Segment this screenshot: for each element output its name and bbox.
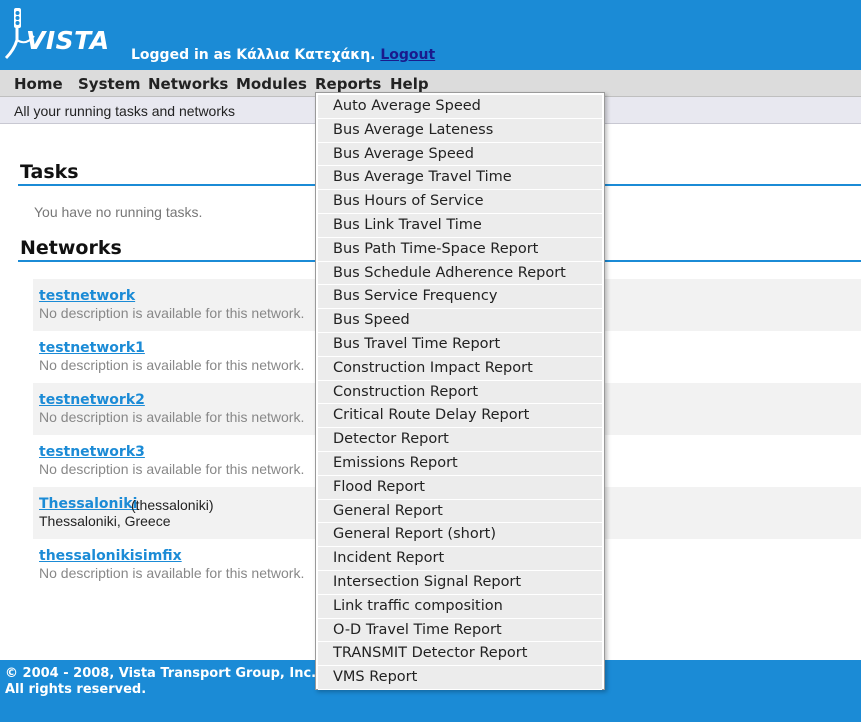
tasks-heading: Tasks: [20, 161, 79, 183]
menu-item-incident-report[interactable]: Incident Report: [318, 547, 602, 571]
menu-home[interactable]: Home: [14, 75, 63, 93]
menu-reports[interactable]: Reports: [315, 75, 381, 93]
menu-item-bus-average-speed[interactable]: Bus Average Speed: [318, 142, 602, 167]
networks-heading: Networks: [20, 237, 122, 259]
menu-item-od-travel-time-report[interactable]: O-D Travel Time Report: [318, 618, 602, 643]
vista-logo[interactable]: VISTA: [4, 6, 114, 62]
menu-item-bus-schedule-adherence-report[interactable]: Bus Schedule Adherence Report: [318, 261, 602, 286]
rights-text: All rights reserved.: [5, 682, 147, 697]
menu-item-bus-travel-time-report[interactable]: Bus Travel Time Report: [318, 332, 602, 357]
network-description: No description is available for this net…: [39, 461, 305, 477]
menu-item-bus-service-frequency[interactable]: Bus Service Frequency: [318, 285, 602, 310]
menu-item-vms-report[interactable]: VMS Report: [318, 666, 602, 690]
menu-item-bus-speed[interactable]: Bus Speed: [318, 309, 602, 333]
network-description: No description is available for this net…: [39, 357, 305, 373]
no-tasks-message: You have no running tasks.: [34, 204, 203, 220]
menu-item-bus-hours-of-service[interactable]: Bus Hours of Service: [318, 190, 602, 214]
menu-item-general-report[interactable]: General Report: [318, 499, 602, 524]
menu-item-bus-average-travel-time[interactable]: Bus Average Travel Time: [318, 166, 602, 191]
menu-item-auto-average-speed[interactable]: Auto Average Speed: [318, 95, 602, 119]
menu-item-bus-path-time-space-report[interactable]: Bus Path Time-Space Report: [318, 237, 602, 262]
logged-in-text: Logged in as Κάλλια Κατεχάκη.: [131, 47, 376, 63]
menu-item-construction-report[interactable]: Construction Report: [318, 380, 602, 405]
reports-dropdown-menu: Auto Average Speed Bus Average Lateness …: [315, 92, 605, 690]
menu-item-critical-route-delay-report[interactable]: Critical Route Delay Report: [318, 404, 602, 429]
menu-item-transmit-detector-report[interactable]: TRANSMIT Detector Report: [318, 642, 602, 667]
network-link[interactable]: testnetwork2: [39, 392, 145, 408]
network-description: Thessaloniki, Greece: [39, 513, 171, 529]
menu-item-link-traffic-composition[interactable]: Link traffic composition: [318, 594, 602, 619]
menu-item-intersection-signal-report[interactable]: Intersection Signal Report: [318, 570, 602, 595]
network-id: (thessaloniki): [131, 497, 214, 513]
logo-text: VISTA: [26, 26, 110, 55]
network-link[interactable]: testnetwork1: [39, 340, 145, 356]
menu-item-flood-report[interactable]: Flood Report: [318, 475, 602, 500]
network-link[interactable]: testnetwork: [39, 288, 135, 304]
menu-networks[interactable]: Networks: [148, 75, 228, 93]
menu-item-emissions-report[interactable]: Emissions Report: [318, 451, 602, 476]
menu-item-construction-impact-report[interactable]: Construction Impact Report: [318, 356, 602, 381]
copyright-text: © 2004 - 2008, Vista Transport Group, In…: [5, 666, 317, 681]
menu-help[interactable]: Help: [390, 75, 429, 93]
page-header: VISTA Logged in as Κάλλια Κατεχάκη. Logo…: [0, 0, 861, 70]
logout-link[interactable]: Logout: [380, 47, 435, 63]
network-description: No description is available for this net…: [39, 409, 305, 425]
network-link[interactable]: Thessaloniki: [39, 496, 137, 512]
network-link[interactable]: testnetwork3: [39, 444, 145, 460]
menu-modules[interactable]: Modules: [236, 75, 307, 93]
menu-item-detector-report[interactable]: Detector Report: [318, 428, 602, 452]
logged-in-status: Logged in as Κάλλια Κατεχάκη. Logout: [131, 47, 435, 63]
network-link[interactable]: thessalonikisimfix: [39, 548, 182, 564]
menu-item-bus-link-travel-time[interactable]: Bus Link Travel Time: [318, 213, 602, 238]
menu-system[interactable]: System: [78, 75, 140, 93]
menu-item-general-report-short[interactable]: General Report (short): [318, 523, 602, 548]
subheader-text: All your running tasks and networks: [14, 103, 235, 119]
network-description: No description is available for this net…: [39, 305, 305, 321]
network-description: No description is available for this net…: [39, 565, 305, 581]
menu-item-bus-average-lateness[interactable]: Bus Average Lateness: [318, 118, 602, 143]
